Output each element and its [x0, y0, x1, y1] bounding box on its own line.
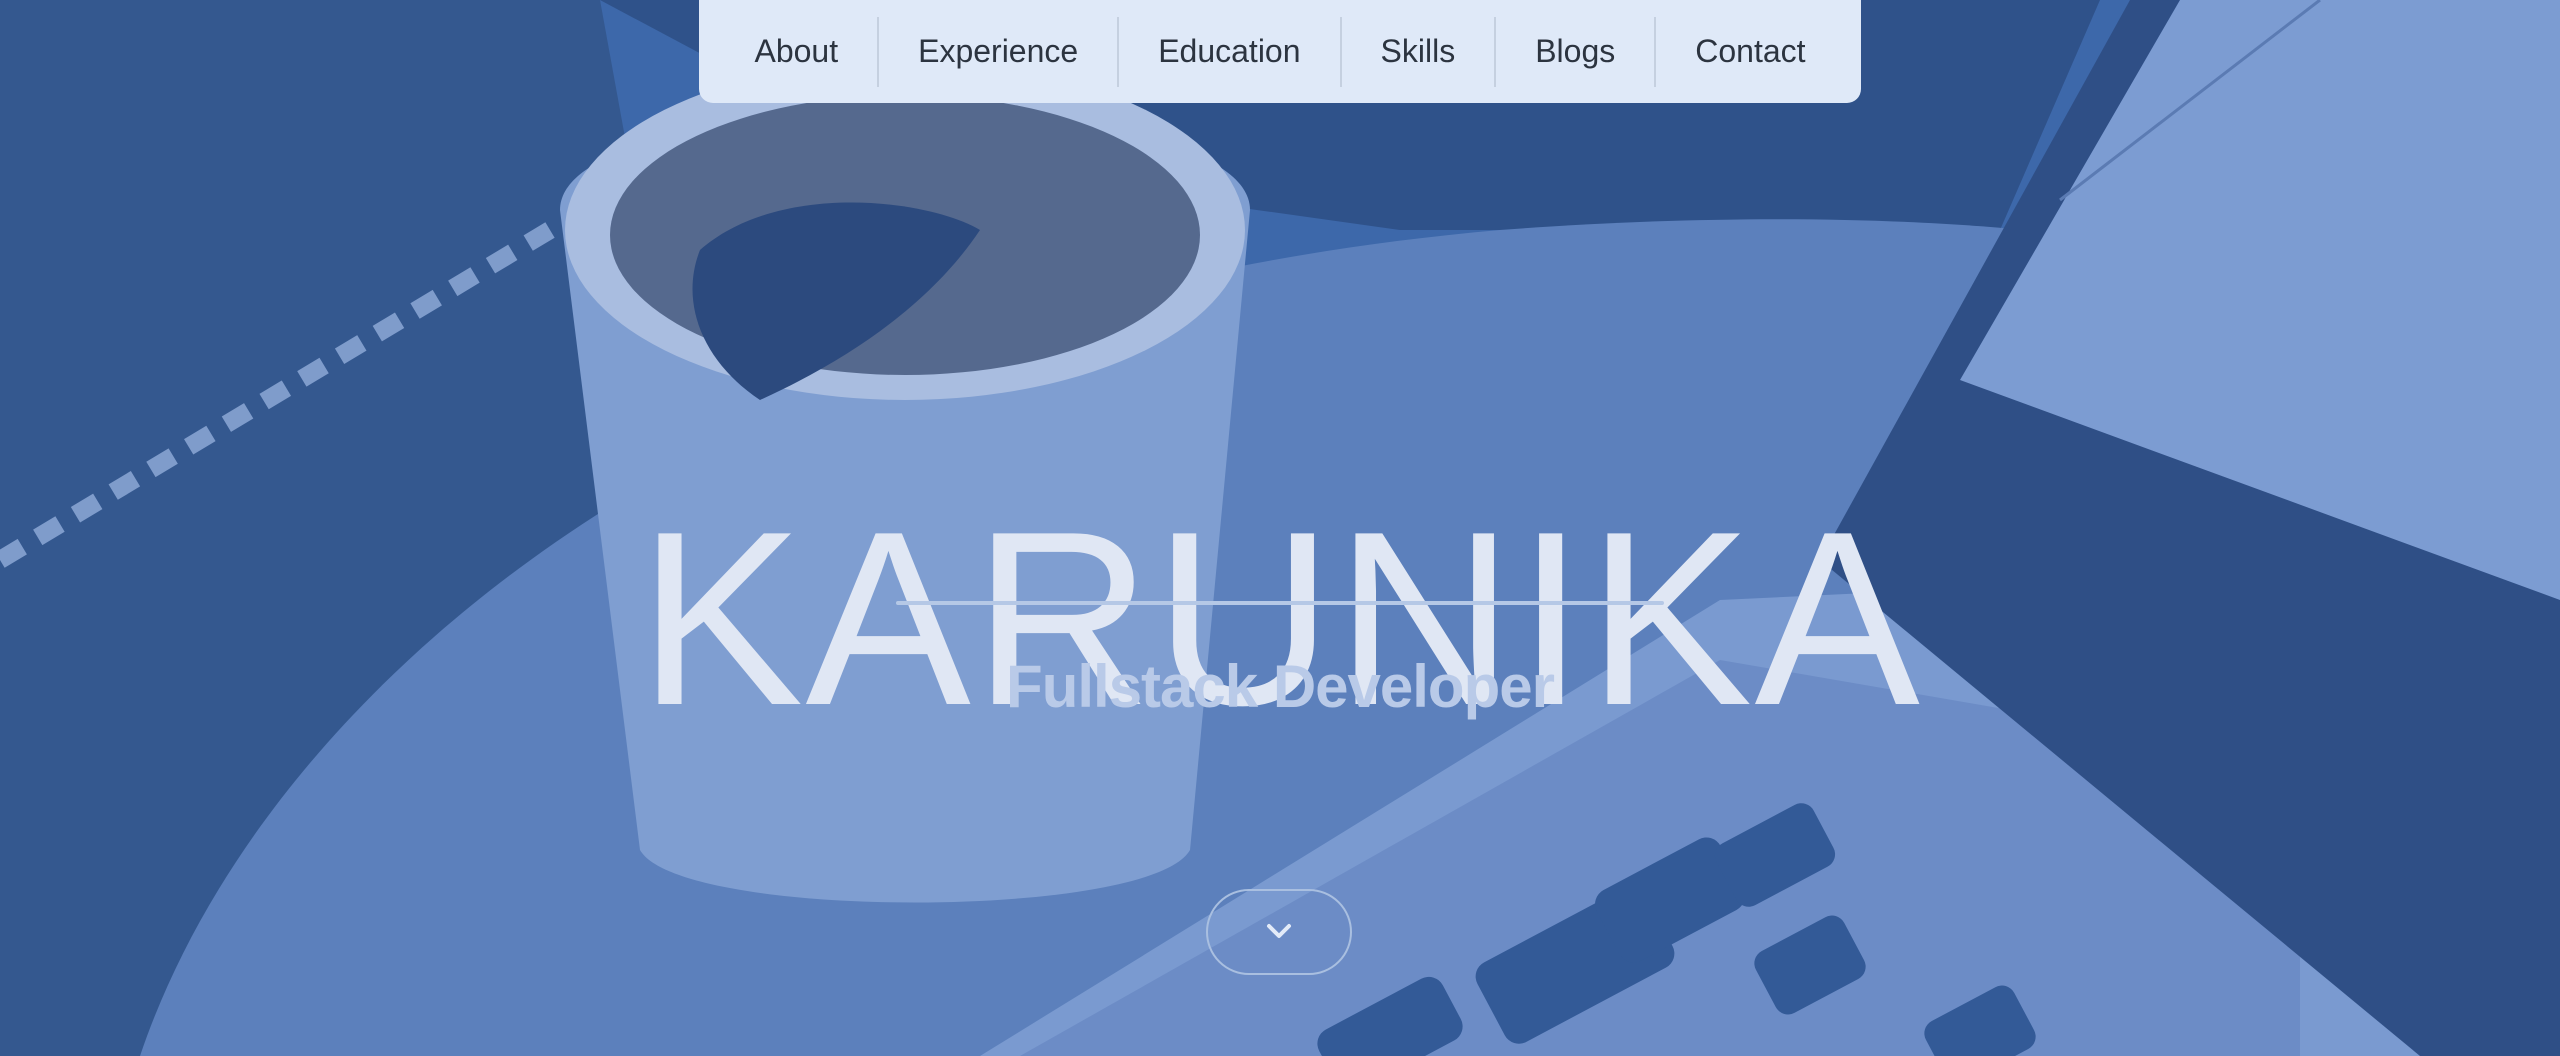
nav-item-contact[interactable]: Contact — [1654, 16, 1844, 87]
nav-item-about[interactable]: About — [715, 17, 877, 87]
nav-item-education[interactable]: Education — [1117, 16, 1339, 87]
chevron-down-icon — [1267, 924, 1291, 938]
scroll-down-button[interactable] — [1206, 889, 1352, 975]
hero-role-subtitle: Fullstack Developer — [1006, 653, 1555, 720]
title-divider — [896, 601, 1664, 605]
nav-item-experience[interactable]: Experience — [877, 16, 1117, 87]
nav-item-skills[interactable]: Skills — [1339, 16, 1495, 87]
hero-section: About Experience Education Skills Blogs … — [0, 0, 2560, 1056]
top-navigation: About Experience Education Skills Blogs … — [699, 0, 1861, 103]
nav-item-blogs[interactable]: Blogs — [1494, 16, 1654, 87]
